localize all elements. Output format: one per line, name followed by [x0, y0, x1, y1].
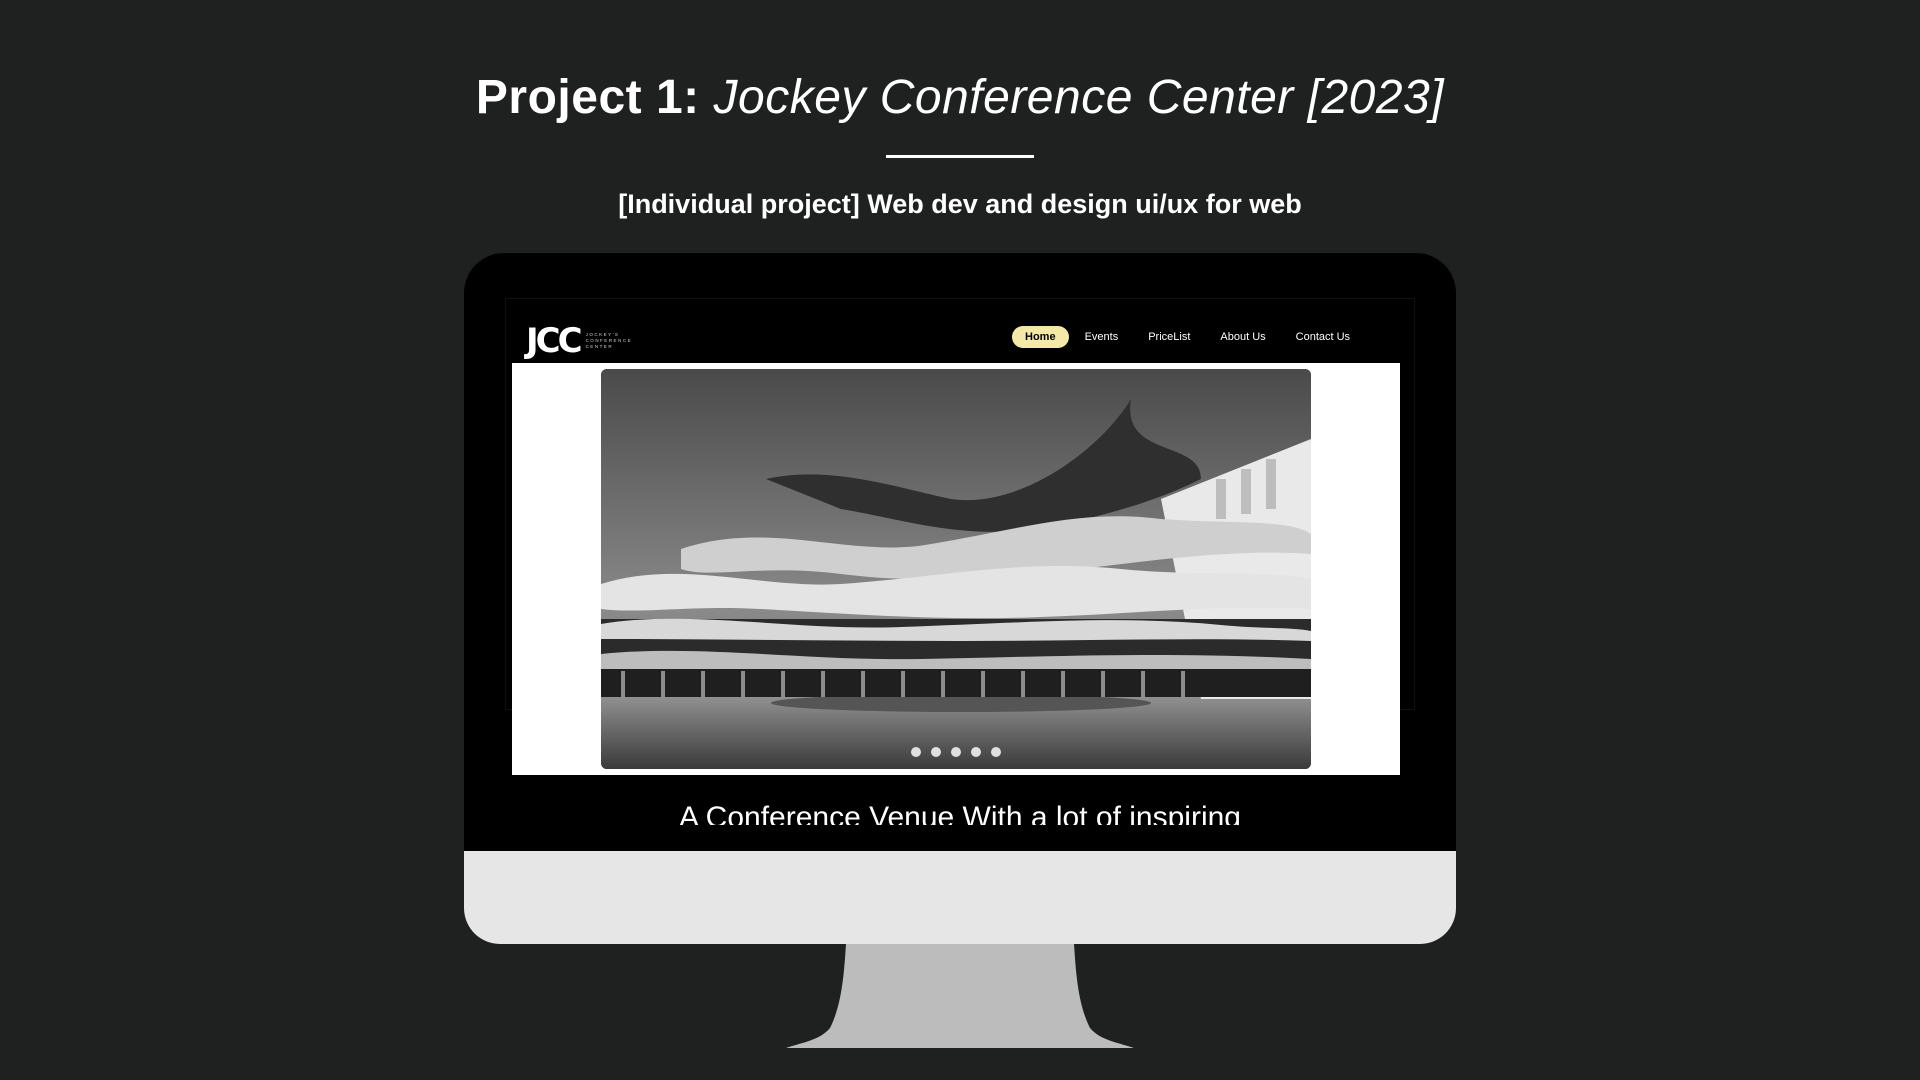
- hero-tagline: A Conference Venue With a lot of inspiri…: [464, 801, 1456, 826]
- logo-mark: JCC: [526, 321, 583, 361]
- carousel-dots: [601, 747, 1311, 757]
- tagline-text: A Conference Venue With a lot of inspiri…: [678, 801, 1241, 826]
- hero-carousel-image[interactable]: [601, 369, 1311, 769]
- carousel-dot[interactable]: [971, 747, 981, 757]
- site-logo[interactable]: JCC JOCKEY'S CONFERENCE CENTER: [526, 321, 632, 361]
- title-project-name: Jockey Conference Center [2023]: [713, 71, 1445, 124]
- page-title: Project 1: Jockey Conference Center [202…: [0, 68, 1920, 128]
- monitor-chin: [464, 851, 1456, 944]
- carousel-dot[interactable]: [991, 747, 1001, 757]
- monitor-stand: [786, 944, 1134, 1048]
- carousel-dot[interactable]: [931, 747, 941, 757]
- carousel-dot[interactable]: [911, 747, 921, 757]
- website-preview: JCC JOCKEY'S CONFERENCE CENTER Home Even…: [505, 298, 1415, 775]
- carousel-dot[interactable]: [951, 747, 961, 757]
- nav-pricelist[interactable]: PriceList: [1148, 326, 1190, 348]
- logo-text: JOCKEY'S CONFERENCE CENTER: [586, 332, 633, 350]
- title-prefix: Project 1:: [475, 71, 700, 124]
- building-illustration: [601, 369, 1311, 769]
- title-divider: [886, 155, 1034, 158]
- nav-about-us[interactable]: About Us: [1220, 326, 1265, 348]
- monitor-screen: JCC JOCKEY'S CONFERENCE CENTER Home Even…: [464, 253, 1456, 851]
- site-nav: Home Events PriceList About Us Contact U…: [1012, 326, 1380, 348]
- nav-home[interactable]: Home: [1012, 326, 1069, 348]
- logo-line: CENTER: [585, 344, 614, 349]
- nav-contact-us[interactable]: Contact Us: [1296, 326, 1350, 348]
- hero-section: [512, 363, 1400, 775]
- nav-events[interactable]: Events: [1085, 326, 1119, 348]
- subtitle: [Individual project] Web dev and design …: [618, 189, 1302, 219]
